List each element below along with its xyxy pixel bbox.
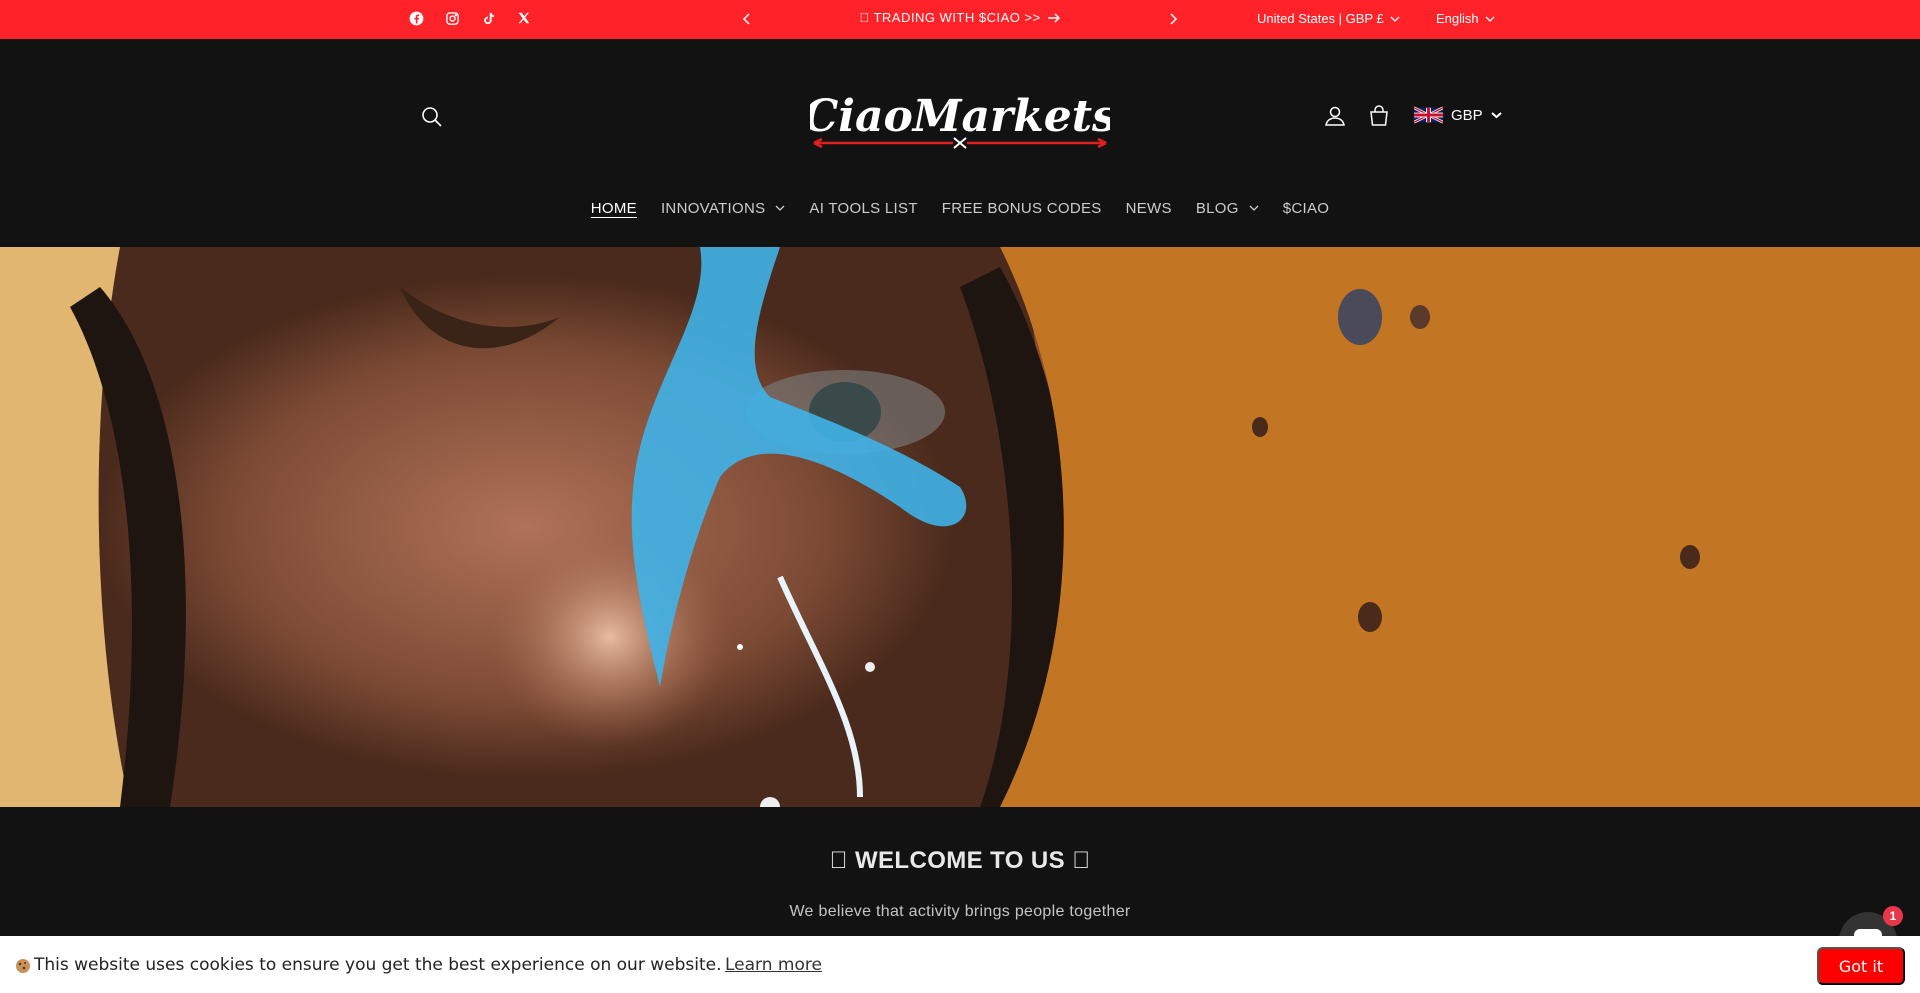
chevron-down-icon: [1491, 111, 1502, 119]
x-icon[interactable]: [515, 9, 533, 27]
nav-item-free-bonus-codes[interactable]: FREE BONUS CODES: [930, 196, 1114, 220]
accept-cookies-button[interactable]: Got it: [1817, 947, 1905, 985]
language-selector-label: English: [1436, 11, 1479, 26]
welcome-title:   WELCOME TO US  : [829, 847, 1091, 874]
chevron-down-icon: [775, 204, 785, 212]
announcement-prev-button[interactable]: [737, 9, 757, 29]
currency-label: GBP: [1451, 106, 1483, 124]
chat-notification-badge: 1: [1883, 906, 1903, 926]
uk-flag-icon: [1414, 105, 1443, 125]
nav-item-label: BLOG: [1195, 199, 1239, 217]
nav-item-ciao[interactable]: $CIAO: [1271, 196, 1342, 220]
cookie-message: This website uses cookies to ensure you …: [34, 955, 722, 975]
nav-item-news[interactable]: NEWS: [1114, 196, 1184, 220]
country-selector-label: United States | GBP £: [1257, 11, 1384, 26]
account-icon[interactable]: [1322, 103, 1348, 129]
cookie-icon: [15, 958, 31, 974]
announcement-bar:   TRADING WITH $CIAO >> United States | …: [0, 0, 1920, 39]
nav-item-blog[interactable]: BLOG: [1184, 196, 1271, 220]
nav-item-home[interactable]: HOME: [579, 196, 649, 220]
nav-item-label: FREE BONUS CODES: [941, 199, 1102, 217]
nav-item-label: NEWS: [1125, 199, 1172, 217]
announcement-message-link[interactable]:   TRADING WITH $CIAO >>: [760, 10, 1160, 25]
search-icon[interactable]: [419, 104, 445, 130]
nav-item-label: HOME: [590, 199, 637, 217]
tiktok-icon[interactable]: [479, 9, 497, 27]
nav-item-label: AI TOOLS LIST: [809, 199, 918, 217]
logo-text: CiaoMarkets: [810, 91, 1110, 142]
facebook-icon[interactable]: [407, 9, 425, 27]
language-selector[interactable]: English: [1436, 11, 1495, 26]
cookie-banner: This website uses cookies to ensure you …: [0, 936, 1920, 993]
nav-item-innovations[interactable]: INNOVATIONS: [649, 196, 797, 220]
chevron-down-icon: [1390, 15, 1400, 23]
nav-item-label: $CIAO: [1282, 199, 1330, 217]
currency-selector[interactable]: GBP: [1414, 105, 1502, 125]
chevron-down-icon: [1485, 15, 1495, 23]
nav-item-label: INNOVATIONS: [660, 199, 766, 217]
country-selector[interactable]: United States | GBP £: [1257, 11, 1400, 26]
nav-item-ai-tools-list[interactable]: AI TOOLS LIST: [797, 196, 929, 220]
cart-icon[interactable]: [1366, 103, 1392, 129]
announcement-message:   TRADING WITH $CIAO >>: [859, 10, 1041, 25]
welcome-subtitle: We believe that activity brings people t…: [789, 903, 1131, 920]
chevron-down-icon: [1249, 204, 1259, 212]
arrow-right-icon: [1047, 12, 1061, 24]
main-nav: HOME INNOVATIONS AI TOOLS LIST FREE BONU…: [0, 196, 1920, 220]
social-links: [407, 9, 533, 27]
site-header: CiaoMarkets GBP HOME INNOVATIONS AI TOOL…: [0, 39, 1920, 247]
hero-banner-image: [0, 247, 1920, 807]
announcement-next-button[interactable]: [1163, 9, 1183, 29]
instagram-icon[interactable]: [443, 9, 461, 27]
learn-more-link[interactable]: Learn more: [725, 955, 822, 975]
site-logo[interactable]: CiaoMarkets: [810, 89, 1110, 155]
